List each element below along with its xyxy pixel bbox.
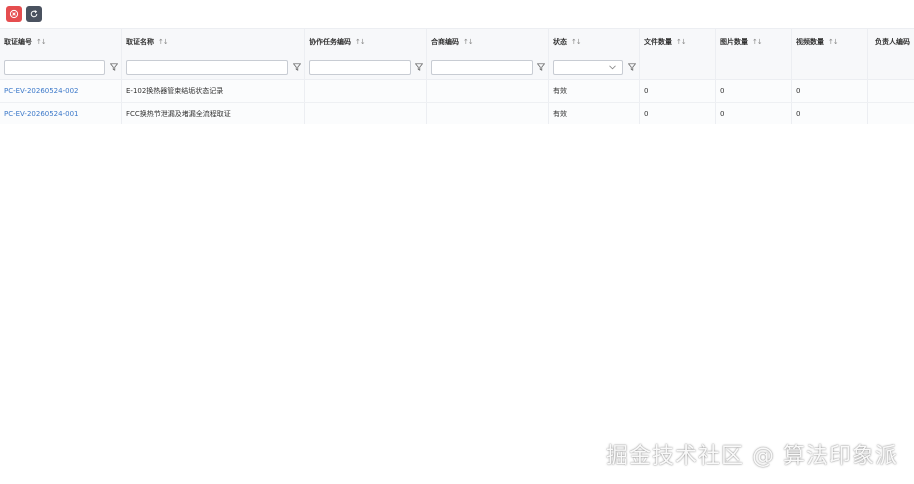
merchant-code-cell (427, 103, 549, 124)
images-count-cell: 0 (716, 103, 792, 124)
sort-icon[interactable]: ↑↓ (463, 38, 474, 46)
owner-cell (868, 103, 914, 124)
column-header-status[interactable]: 状态 ↑↓ (549, 29, 640, 55)
filter-icon[interactable] (628, 63, 636, 71)
refresh-icon (30, 10, 38, 18)
column-header-files[interactable]: 文件数量 ↑↓ (640, 29, 716, 55)
close-circle-icon (9, 9, 19, 19)
table-header-row: 取证编号 ↑↓ 取证名称 ↑↓ 协作任务编码 ↑↓ 合商编码 ↑↓ 状态 ↑↓ 文件数量 ↑… (0, 28, 914, 56)
videos-count-cell: 0 (792, 103, 868, 124)
sort-icon[interactable]: ↑↓ (676, 38, 687, 46)
record-code-link[interactable]: PC-EV-20260524-001 (4, 110, 78, 118)
column-header-merchant-code[interactable]: 合商编码 ↑↓ (427, 29, 549, 55)
column-header-task-code[interactable]: 协作任务编码 ↑↓ (305, 29, 427, 55)
filter-row (0, 55, 914, 80)
filter-icon[interactable] (415, 63, 423, 71)
sort-icon[interactable]: ↑↓ (828, 38, 839, 46)
merchant-code-filter-input[interactable] (431, 59, 533, 75)
filter-icon[interactable] (110, 63, 118, 71)
videos-count-cell: 0 (792, 80, 868, 102)
refresh-button[interactable] (26, 6, 42, 22)
column-header-name[interactable]: 取证名称 ↑↓ (122, 29, 305, 55)
task-code-cell (305, 80, 427, 102)
column-header-code[interactable]: 取证编号 ↑↓ (0, 29, 122, 55)
column-header-videos[interactable]: 视频数量 ↑↓ (792, 29, 868, 55)
table-row[interactable]: PC-EV-20260524-002 E-102换热器管束结垢状态记录 有效 0… (0, 80, 914, 103)
task-code-cell (305, 103, 427, 124)
record-name: FCC换热节泄漏及堵漏全流程取证 (122, 103, 305, 124)
data-table: 取证编号 ↑↓ 取证名称 ↑↓ 协作任务编码 ↑↓ 合商编码 ↑↓ 状态 ↑↓ 文件数量 ↑… (0, 28, 914, 124)
filter-icon[interactable] (293, 63, 301, 71)
column-header-images[interactable]: 图片数量 ↑↓ (716, 29, 792, 55)
code-filter-input[interactable] (4, 59, 105, 75)
sort-icon[interactable]: ↑↓ (571, 38, 582, 46)
record-code-link[interactable]: PC-EV-20260524-002 (4, 87, 78, 95)
sort-icon[interactable]: ↑↓ (36, 38, 47, 46)
status-cell: 有效 (549, 80, 640, 102)
status-cell: 有效 (549, 103, 640, 124)
files-count-cell: 0 (640, 80, 716, 102)
owner-cell (868, 80, 914, 102)
clear-button[interactable] (6, 6, 22, 22)
column-header-owner[interactable]: 负责人编码 (868, 29, 914, 55)
toolbar (0, 0, 914, 28)
table-row[interactable]: PC-EV-20260524-001 FCC换热节泄漏及堵漏全流程取证 有效 0… (0, 103, 914, 124)
name-filter-input[interactable] (126, 59, 288, 75)
status-filter-select[interactable] (553, 59, 623, 75)
task-code-filter-input[interactable] (309, 59, 411, 75)
sort-icon[interactable]: ↑↓ (158, 38, 169, 46)
files-count-cell: 0 (640, 103, 716, 124)
sort-icon[interactable]: ↑↓ (355, 38, 366, 46)
record-name: E-102换热器管束结垢状态记录 (122, 80, 305, 102)
watermark: 掘金技术社区 @ 算法印象派 (606, 444, 898, 469)
images-count-cell: 0 (716, 80, 792, 102)
chevron-down-icon (609, 65, 616, 69)
filter-icon[interactable] (537, 63, 545, 71)
merchant-code-cell (427, 80, 549, 102)
sort-icon[interactable]: ↑↓ (752, 38, 763, 46)
